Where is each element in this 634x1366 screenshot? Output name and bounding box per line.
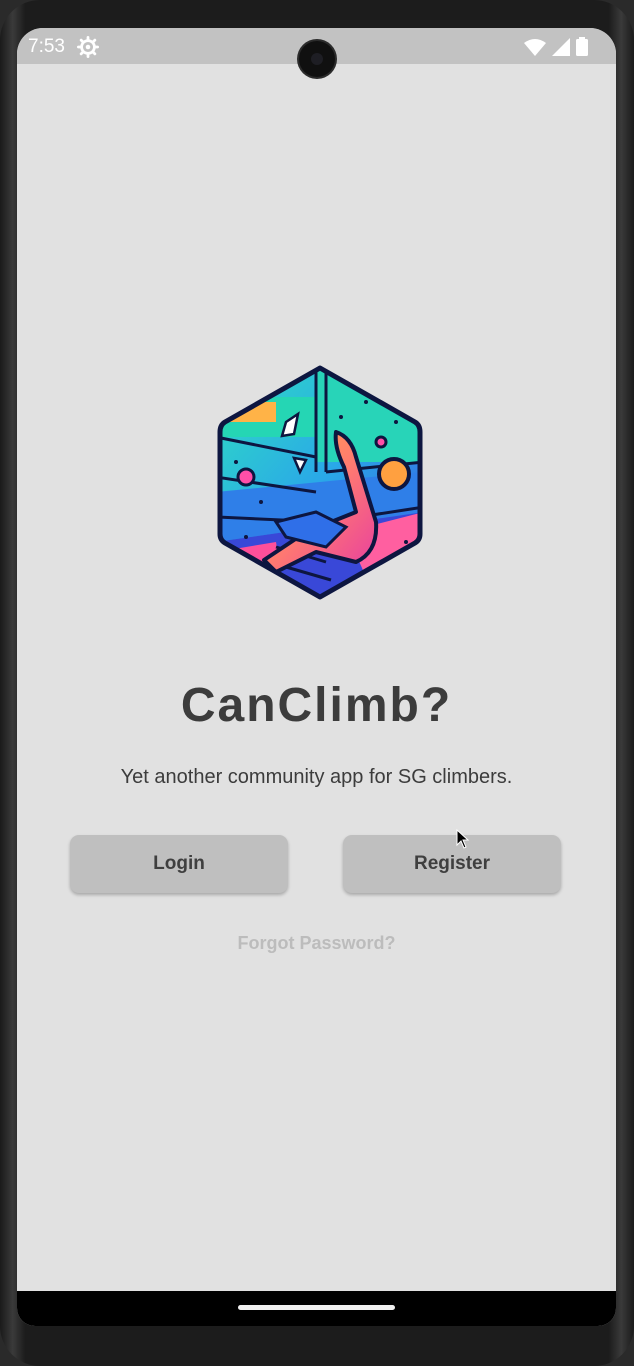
home-gesture-handle[interactable] <box>238 1305 395 1310</box>
mouse-cursor-icon <box>456 829 470 849</box>
battery-icon <box>576 37 588 56</box>
app-title: CanClimb? <box>180 679 453 732</box>
phone-frame: 7:53 CanClimb? Yet another community app… <box>0 0 634 1366</box>
app-screen: 7:53 CanClimb? Yet another community app… <box>17 28 616 1326</box>
wifi-icon <box>524 38 546 56</box>
app-tagline: Yet another community app for SG climber… <box>120 766 513 788</box>
navigation-bar <box>17 1291 616 1326</box>
signal-icon <box>552 37 570 56</box>
gear-icon <box>77 36 99 58</box>
status-time: 7:53 <box>28 36 65 57</box>
climber-logo-icon <box>217 365 423 600</box>
login-button[interactable]: Login <box>70 835 288 893</box>
register-button[interactable]: Register <box>343 835 561 893</box>
forgot-password-link[interactable]: Forgot Password? <box>17 933 616 954</box>
front-camera <box>299 41 335 77</box>
status-icons <box>524 37 588 56</box>
